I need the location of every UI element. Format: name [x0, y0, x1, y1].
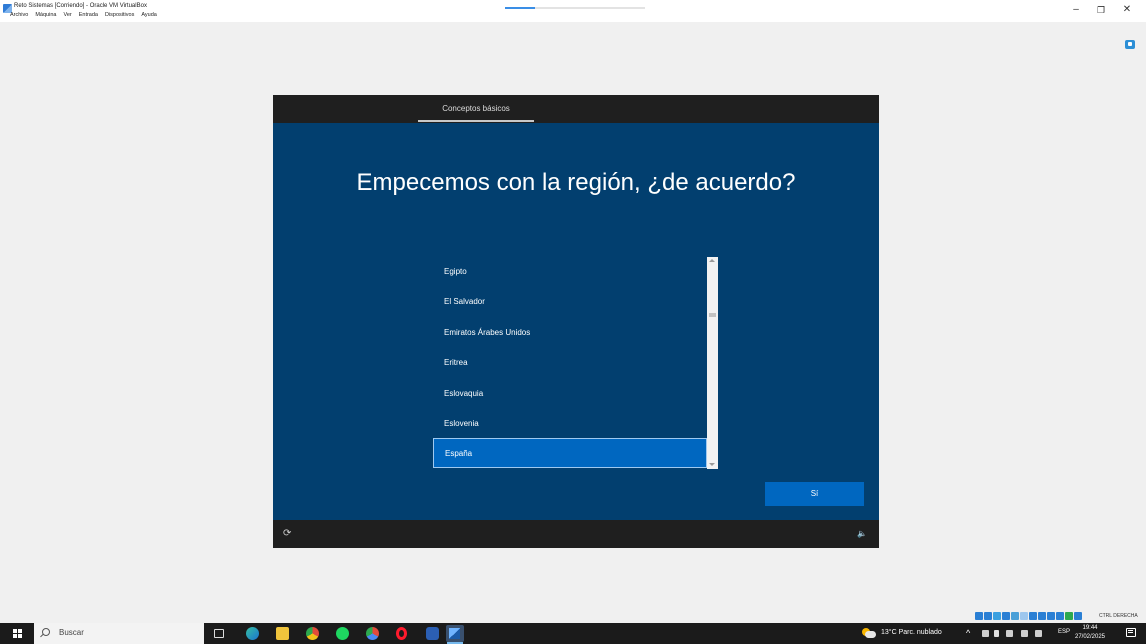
scroll-up-arrow-icon[interactable]	[709, 259, 715, 262]
yes-button[interactable]: Sí	[765, 482, 864, 506]
tab-conceptos-basicos: Conceptos básicos	[442, 104, 510, 113]
vbox-status-icon-10[interactable]	[1065, 612, 1073, 620]
word-icon[interactable]	[426, 627, 439, 640]
oobe-bottom-bar: ⟳ 🔈	[273, 520, 879, 548]
vbox-status-icon-0[interactable]	[975, 612, 983, 620]
search-placeholder: Buscar	[59, 628, 84, 637]
file-explorer-icon[interactable]	[276, 627, 289, 640]
volume-icon[interactable]: 🔈	[857, 529, 867, 539]
list-item-eritrea[interactable]: Eritrea	[433, 348, 707, 378]
weather-icon[interactable]	[862, 628, 876, 638]
taskbar: Buscar 13°C Parc. nublado ^ ESP 19:44 27…	[0, 623, 1146, 644]
spotify-icon[interactable]	[336, 627, 349, 640]
vbox-status-icon-2[interactable]	[993, 612, 1001, 620]
menu-ayuda[interactable]: Ayuda	[141, 12, 157, 18]
tray-display-icon[interactable]	[1006, 630, 1013, 637]
menu-maquina[interactable]: Máquina	[35, 12, 56, 18]
scroll-down-arrow-icon[interactable]	[709, 463, 715, 466]
vbox-status-icon-8[interactable]	[1047, 612, 1055, 620]
vbox-status-icon-1[interactable]	[984, 612, 992, 620]
taskbar-search-box[interactable]: Buscar	[34, 623, 204, 644]
tray-chevron-up-icon[interactable]: ^	[966, 628, 970, 638]
start-windows-icon[interactable]	[13, 629, 22, 638]
tray-mic-icon[interactable]	[994, 630, 999, 637]
network-icon[interactable]	[1021, 630, 1028, 637]
vbox-status-icon-11[interactable]	[1074, 612, 1082, 620]
tray-app-icon[interactable]	[982, 630, 989, 637]
page-title: Empecemos con la región, ¿de acuerdo?	[356, 169, 796, 196]
list-item-eslovaquia[interactable]: Eslovaquia	[433, 379, 707, 409]
feedback-icon[interactable]	[1125, 40, 1135, 49]
menu-archivo[interactable]: Archivo	[10, 12, 28, 18]
maximize-button[interactable]: ❐	[1095, 4, 1107, 16]
list-item-eslovenia[interactable]: Eslovenia	[433, 409, 707, 439]
minimize-button[interactable]: –	[1070, 4, 1082, 16]
scroll-thumb[interactable]	[709, 313, 716, 317]
list-item-el-salvador[interactable]: El Salvador	[433, 287, 707, 317]
search-icon	[42, 628, 50, 636]
virtualbox-taskbar-icon[interactable]	[446, 625, 464, 642]
vbox-status-icon-5[interactable]	[1020, 612, 1028, 620]
window-title: Reto Sistemas [Corriendo] - Oracle VM Vi…	[14, 3, 147, 9]
close-button[interactable]: ✕	[1121, 4, 1133, 16]
oobe-top-bar: Conceptos básicos	[273, 95, 879, 123]
vbox-status-bar	[975, 612, 1082, 620]
chrome-profile-icon[interactable]	[366, 627, 379, 640]
vbox-status-icon-3[interactable]	[1002, 612, 1010, 620]
notifications-icon[interactable]	[1126, 628, 1136, 637]
menu-bar: Archivo Máquina Ver Entrada Dispositivos…	[10, 12, 157, 18]
vbox-status-icon-4[interactable]	[1011, 612, 1019, 620]
clock-date: 27/02/2025	[1074, 634, 1106, 640]
opera-icon[interactable]	[396, 627, 407, 640]
list-item-emiratos[interactable]: Emiratos Árabes Unidos	[433, 318, 707, 348]
tab-underline	[418, 120, 534, 122]
ease-of-access-icon[interactable]: ⟳	[283, 529, 291, 539]
list-scrollbar[interactable]	[707, 257, 718, 469]
vm-screen[interactable]: Conceptos básicos Empecemos con la regió…	[273, 95, 879, 548]
vbox-status-icon-9[interactable]	[1056, 612, 1064, 620]
menu-entrada[interactable]: Entrada	[79, 12, 98, 18]
vbox-status-icon-6[interactable]	[1029, 612, 1037, 620]
clock[interactable]: 19:44 27/02/2025	[1074, 624, 1106, 642]
host-key-label: CTRL DERECHA	[1099, 613, 1138, 619]
title-progress-indicator	[505, 7, 535, 9]
region-list[interactable]: Egipto El Salvador Emiratos Árabes Unido…	[433, 257, 719, 469]
edge-icon[interactable]	[246, 627, 259, 640]
clock-time: 19:44	[1082, 625, 1098, 631]
chrome-icon[interactable]	[306, 627, 319, 640]
weather-text[interactable]: 13°C Parc. nublado	[881, 629, 942, 636]
menu-dispositivos[interactable]: Dispositivos	[105, 12, 134, 18]
language-indicator[interactable]: ESP	[1058, 629, 1070, 635]
list-item-espana-selected[interactable]: España	[433, 438, 707, 468]
menu-ver[interactable]: Ver	[63, 12, 71, 18]
task-view-icon[interactable]	[214, 629, 224, 638]
vbox-status-icon-7[interactable]	[1038, 612, 1046, 620]
list-item-egipto[interactable]: Egipto	[433, 257, 707, 287]
window-titlebar: Reto Sistemas [Corriendo] - Oracle VM Vi…	[0, 0, 1146, 22]
speaker-icon[interactable]	[1035, 630, 1042, 637]
